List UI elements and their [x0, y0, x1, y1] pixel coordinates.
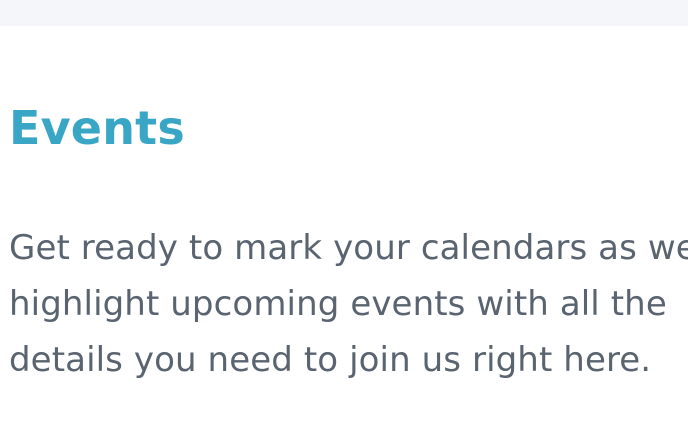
events-description-line-2: highlight upcoming events with all the: [9, 284, 667, 324]
events-description: Get ready to mark your calendars as we h…: [9, 220, 688, 388]
events-section: Events Get ready to mark your calendars …: [9, 96, 688, 380]
events-description-line-1: Get ready to mark your calendars as we: [9, 228, 688, 268]
events-description-line-3: details you need to join us right here.: [9, 340, 652, 380]
events-heading: Events: [9, 101, 185, 155]
top-bar: [0, 0, 688, 26]
